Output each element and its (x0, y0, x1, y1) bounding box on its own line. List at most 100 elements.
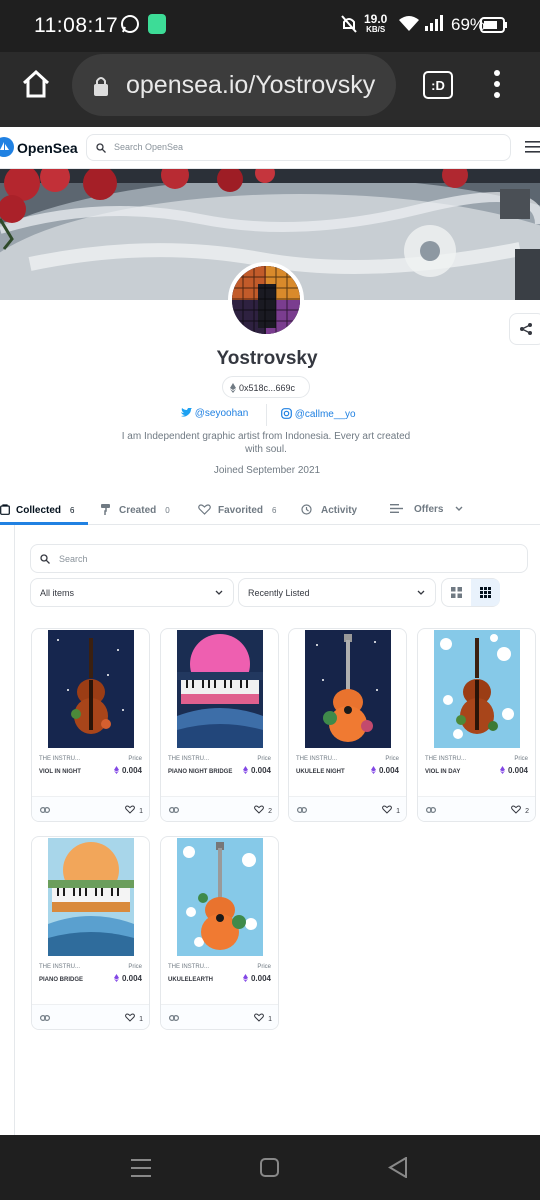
search-icon (40, 554, 50, 564)
items-search-input[interactable]: Search (30, 544, 528, 573)
tab-offers[interactable]: Offers (390, 504, 463, 515)
large-grid-icon[interactable] (451, 587, 462, 598)
ukulele-night-art (305, 630, 391, 748)
item-card[interactable]: THE INSTRU... Price UKULELE NIGHT 0.004 … (288, 628, 407, 822)
browser-toolbar: opensea.io/Yostrovsky :D (0, 52, 540, 127)
favorite-button[interactable]: 1 (382, 805, 400, 815)
item-collection: THE INSTRU... (425, 756, 467, 762)
item-price-label: Price (257, 756, 271, 762)
item-price: 0.004 (242, 766, 271, 775)
link-icon (297, 807, 307, 813)
home-icon[interactable] (20, 68, 52, 100)
tab-favorited-count: 6 (272, 506, 277, 515)
list-icon (390, 504, 403, 513)
global-search-input[interactable]: Search OpenSea (86, 134, 511, 161)
item-card[interactable]: THE INSTRU... Price PIANO BRIDGE 0.004 1 (31, 836, 150, 1030)
tab-activity[interactable]: Activity (301, 504, 357, 516)
tab-switcher-button[interactable]: :D (423, 71, 453, 99)
favorite-button[interactable]: 2 (254, 805, 272, 815)
item-price-value: 0.004 (378, 766, 399, 775)
item-card[interactable]: THE INSTRU... Price VIOL IN NIGHT 0.004 … (31, 628, 150, 822)
like-count: 2 (525, 808, 529, 815)
search-icon (96, 143, 106, 153)
item-price: 0.004 (113, 766, 142, 775)
twitter-link[interactable]: @seyoohan (181, 407, 249, 419)
ethereum-icon (113, 766, 119, 774)
social-divider (266, 404, 267, 426)
profile-tabs: Collected 6 Created 0 Favorited 6 Activity … (0, 497, 540, 525)
item-price-label: Price (514, 756, 528, 762)
item-card-footer: 2 (161, 796, 278, 821)
item-title: PIANO NIGHT BRIDGE (168, 769, 233, 775)
url-text[interactable]: opensea.io/Yostrovsky (126, 71, 375, 100)
back-icon[interactable] (388, 1157, 408, 1178)
item-card-footer: 1 (32, 1004, 149, 1029)
nft-image (434, 630, 520, 748)
item-price-label: Price (128, 964, 142, 970)
tab-favorited[interactable]: Favorited 6 (198, 504, 276, 516)
tab-offers-label: Offers (414, 504, 444, 515)
item-price-value: 0.004 (250, 766, 271, 775)
tab-created-label: Created (119, 505, 157, 516)
collected-icon (0, 504, 10, 515)
heart-icon (254, 805, 265, 814)
tab-created[interactable]: Created 0 (101, 504, 170, 516)
status-bar: 11:08:17 19.0 KB/S 69% (0, 0, 540, 52)
item-price-label: Price (257, 964, 271, 970)
global-search-placeholder: Search OpenSea (114, 142, 184, 152)
item-price-value: 0.004 (121, 766, 142, 775)
favorite-button[interactable]: 2 (511, 805, 529, 815)
tab-collected-count: 6 (70, 506, 75, 515)
heart-icon (125, 805, 136, 814)
favorite-button[interactable]: 1 (125, 805, 143, 815)
item-title: VIOL IN DAY (425, 769, 461, 775)
like-count: 1 (268, 1016, 272, 1023)
twitter-handle: @seyoohan (194, 408, 249, 419)
small-grid-icon (480, 587, 491, 598)
instagram-link[interactable]: @callme__yo (281, 408, 356, 420)
instagram-handle: @callme__yo (294, 409, 356, 420)
item-title: UKULELEARTH (168, 977, 213, 983)
hamburger-menu-icon[interactable] (525, 141, 540, 153)
net-speed-value: 19.0 (364, 12, 388, 26)
item-price: 0.004 (113, 974, 142, 983)
heart-icon (125, 1013, 136, 1022)
home-nav-icon[interactable] (260, 1158, 279, 1177)
share-button[interactable] (509, 313, 540, 345)
item-title: VIOL IN NIGHT (39, 769, 81, 775)
tab-collected[interactable]: Collected 6 (0, 504, 74, 516)
wallet-address: 0x518c...669c (239, 383, 296, 393)
ethereum-icon (370, 766, 376, 774)
item-card[interactable]: THE INSTRU... Price PIANO NIGHT BRIDGE 0… (160, 628, 279, 822)
site-header: OpenSea Search OpenSea (0, 127, 540, 169)
sidebar-divider (14, 525, 15, 1135)
favorite-button[interactable]: 1 (254, 1013, 272, 1023)
items-filter-select[interactable]: All items (30, 578, 234, 607)
opensea-logo-icon[interactable] (0, 137, 14, 157)
item-price-value: 0.004 (121, 974, 142, 983)
item-price-value: 0.004 (250, 974, 271, 983)
item-price-label: Price (385, 756, 399, 762)
items-search-placeholder: Search (59, 554, 88, 564)
item-card[interactable]: THE INSTRU... Price UKULELEARTH 0.004 1 (160, 836, 279, 1030)
nft-image (177, 630, 263, 748)
ethereum-icon (230, 383, 236, 393)
item-card-footer: 2 (418, 796, 535, 821)
profile-avatar (228, 262, 304, 338)
favorite-button[interactable]: 1 (125, 1013, 143, 1023)
lock-icon[interactable] (92, 75, 110, 97)
item-title: PIANO BRIDGE (39, 977, 84, 983)
recent-apps-icon[interactable] (131, 1159, 151, 1177)
small-grid-button[interactable] (471, 579, 500, 606)
link-icon (169, 807, 179, 813)
wallet-address-button[interactable]: 0x518c...669c (222, 376, 310, 398)
more-menu-icon[interactable] (492, 69, 502, 99)
paint-roller-icon (101, 504, 110, 515)
item-collection: THE INSTRU... (168, 964, 210, 970)
sort-select[interactable]: Recently Listed (238, 578, 436, 607)
item-card[interactable]: THE INSTRU... Price VIOL IN DAY 0.004 2 (417, 628, 536, 822)
logo-text[interactable]: OpenSea (17, 140, 78, 156)
net-speed-unit: KB/S (366, 25, 386, 34)
tab-created-count: 0 (165, 506, 170, 515)
history-icon (301, 504, 312, 515)
